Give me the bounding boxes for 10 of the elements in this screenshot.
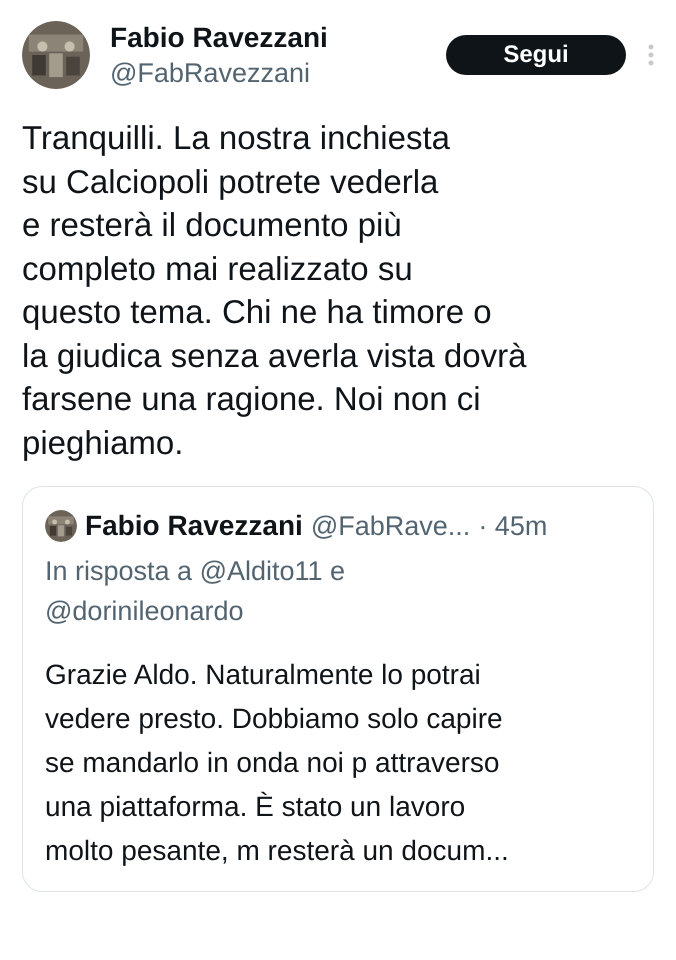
quoted-text: Grazie Aldo. Naturalmente lo potrai vedere presto. Dobbiamo solo capire se mandarlo in onda noi p attraverso una piattaforma. È stato un lavoro molto pesante, m resterà un docum...: [45, 658, 510, 868]
reply-to-text: In risposta a @Aldito11 e @dorinileonardo: [45, 555, 346, 628]
author-handle[interactable]: @FabRavezzani: [110, 56, 446, 90]
quoted-post[interactable]: [22, 486, 654, 892]
post-time: · 45m: [478, 510, 548, 543]
quoted-author-name: Fabio Ravezzani: [85, 509, 303, 543]
quoted-author-handle: @FabRave...: [310, 510, 470, 543]
post-text: Tranquilli. La nostra inchiesta su Calciopoli potrete vederla e resterà il documento più completo mai realizzato su questo tema. Chi ne ha timore o la giudica senza averla vista dovrà farsene una ragione. Noi non ci pieghiamo.: [21, 118, 528, 463]
author-name[interactable]: Fabio Ravezzani: [110, 20, 446, 56]
follow-button[interactable]: Segui: [446, 35, 626, 75]
